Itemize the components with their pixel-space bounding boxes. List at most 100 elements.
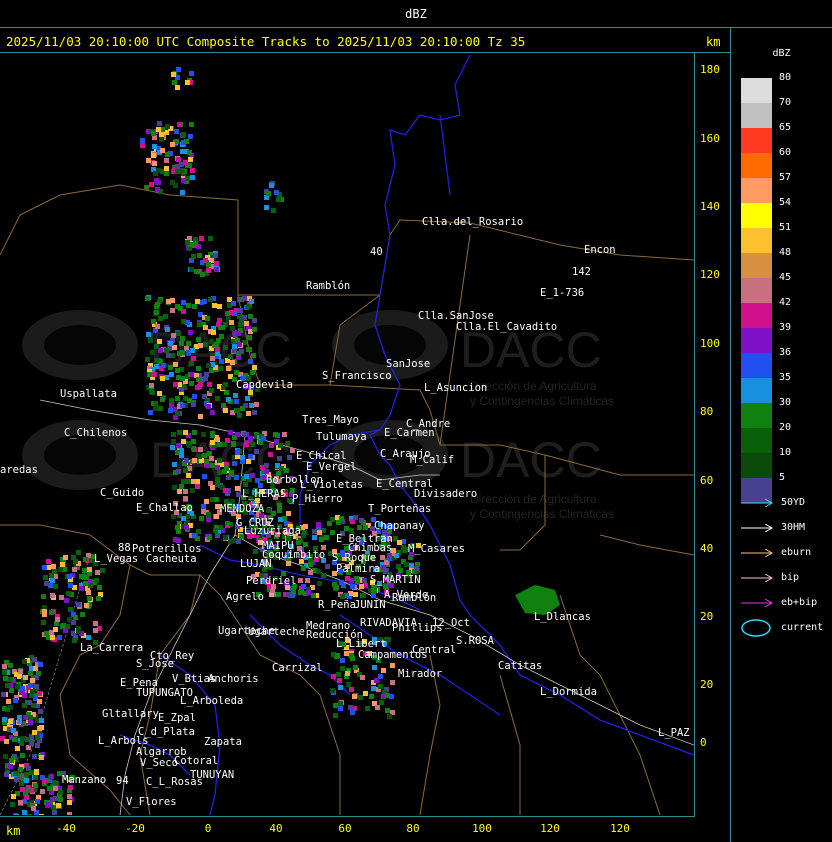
radar-echo-cell [32,657,37,662]
radar-echo-cell [57,635,62,640]
radar-echo-cell [397,540,402,545]
radar-echo-cell [184,139,189,144]
place-label: P_Hierro [292,493,343,505]
radar-echo-cell [51,805,56,810]
radar-echo-cell [206,268,211,273]
radar-echo-cell [4,739,9,744]
place-label: S_Francisco [322,370,392,382]
radar-echo-cell [237,342,242,347]
radar-echo-cell [186,479,191,484]
radar-echo-cell [190,488,195,493]
radar-echo-cell [214,514,219,519]
radar-echo-cell [171,333,176,338]
radar-echo-cell [242,296,247,301]
radar-echo-cell [330,688,335,693]
radar-echo-cell [20,753,25,758]
radar-echo-cell [210,356,215,361]
radar-echo-cell [223,408,228,413]
radar-echo-cell [76,602,81,607]
radar-echo-cell [169,403,174,408]
radar-echo-cell [181,439,186,444]
x-tick: 120 [610,822,630,835]
radar-echo-cell [290,448,295,453]
radar-echo-cell [171,432,176,437]
radar-map[interactable]: DACC DACC DACC DACC Dirección de Agricul… [0,55,694,815]
place-label: R_Peña [318,599,356,611]
radar-echo-cell [8,764,13,769]
radar-echo-cell [308,570,313,575]
legend-color-swatch [741,453,772,478]
legend-color-swatch [741,353,772,378]
radar-echo-cell [374,678,379,683]
radar-echo-cell [83,581,88,586]
radar-echo-cell [8,719,13,724]
radar-echo-cell [148,338,153,343]
radar-echo-cell [18,767,23,772]
radar-echo-cell [180,149,185,154]
radar-echo-cell [321,573,326,578]
radar-echo-cell [244,474,249,479]
radar-echo-cell [203,325,208,330]
place-label: Ugarteche [248,626,305,638]
radar-echo-cell [214,497,219,502]
radar-echo-cell [3,676,8,681]
radar-echo-cell [181,516,186,521]
radar-echo-cell [387,714,392,719]
radar-echo-cell [185,240,190,245]
radar-echo-cell [230,326,235,331]
arrow-icon [741,574,774,582]
radar-echo-cell [242,432,247,437]
radar-echo-cell [192,458,197,463]
radar-echo-cell [12,737,17,742]
legend-level-label: 20 [779,422,792,433]
radar-echo-cell [197,322,202,327]
legend-color-swatch [741,178,772,203]
radar-echo-cell [179,484,184,489]
radar-echo-cell [100,568,105,573]
radar-echo-cell [232,461,237,466]
radar-echo-cell [172,462,177,467]
radar-echo-cell [398,568,403,573]
radar-echo-cell [244,321,249,326]
radar-echo-cell [204,459,209,464]
radar-echo-cell [359,584,364,589]
radar-echo-cell [84,603,89,608]
radar-echo-cell [168,408,173,413]
radar-echo-cell [198,447,203,452]
radar-echo-cell [336,520,341,525]
radar-echo-cell [250,442,255,447]
radar-echo-cell [353,665,358,670]
radar-echo-cell [80,612,85,617]
track-legend-label: eb+bip [781,597,818,608]
radar-echo-cell [157,391,162,396]
radar-echo-cell [191,254,196,259]
radar-echo-cell [84,575,89,580]
radar-echo-cell [10,802,15,807]
place-label: M_Casares [408,543,465,555]
radar-echo-cell [174,129,179,134]
legend-level-label: 36 [779,347,792,358]
radar-echo-cell [146,332,151,337]
radar-echo-cell [2,717,7,722]
place-label: E_Zpal [158,712,196,724]
legend-title: dBZ [772,48,791,59]
radar-echo-cell [192,394,197,399]
radar-echo-cell [264,463,269,468]
radar-echo-cell [287,455,292,460]
radar-echo-cell [19,781,24,786]
place-label: L_Dormida [540,686,597,698]
radar-echo-cell [160,397,165,402]
x-tick: 40 [269,822,283,835]
radar-echo-cell [169,398,174,403]
radar-echo-cell [28,715,33,720]
radar-echo-cell [177,489,182,494]
radar-echo-cell [240,455,245,460]
radar-echo-cell [8,663,13,668]
radar-echo-cell [350,656,355,661]
radar-echo-cell [192,533,197,538]
radar-echo-cell [215,482,220,487]
radar-echo-cell [153,406,158,411]
legend-color-swatch [741,103,772,128]
radar-echo-cell [230,360,235,365]
place-label: L_PAZ [658,727,690,739]
